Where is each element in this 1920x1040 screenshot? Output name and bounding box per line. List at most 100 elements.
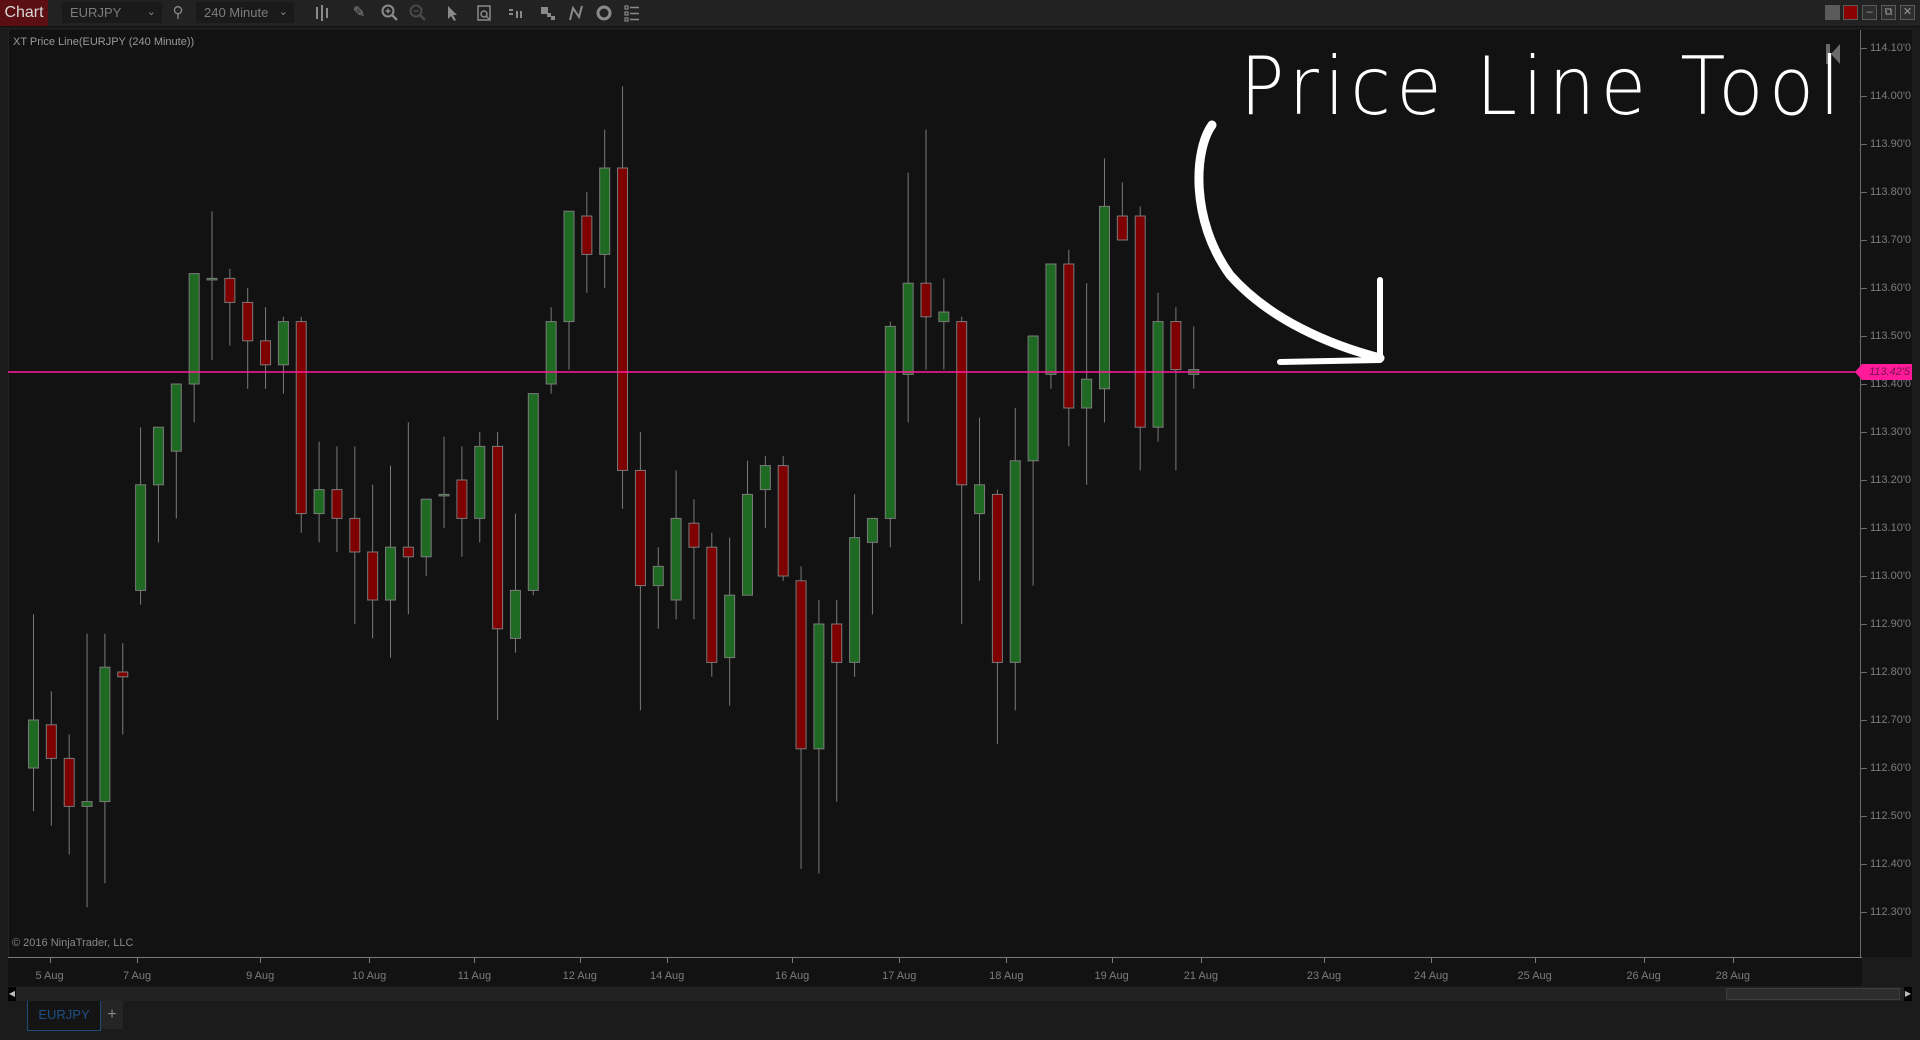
date-tick <box>49 958 51 963</box>
date-tick-label: 17 Aug <box>882 970 917 982</box>
candle-body <box>742 493 753 596</box>
candle-up <box>724 537 736 706</box>
minimize-button[interactable]: – <box>1862 5 1877 20</box>
candle-body <box>938 311 950 323</box>
candle-down <box>456 446 468 557</box>
candle-down <box>920 129 932 370</box>
candle-body <box>1063 263 1075 409</box>
candle-up <box>938 278 950 370</box>
date-tick-label: 19 Aug <box>1094 970 1129 982</box>
candle-body <box>902 282 914 375</box>
candle-body <box>349 517 361 553</box>
candle-body <box>474 445 486 519</box>
candle-up <box>1152 292 1164 442</box>
candle-up <box>974 417 986 581</box>
candle-body <box>1134 215 1146 428</box>
date-tick <box>1111 958 1113 963</box>
add-tab-button[interactable]: + <box>101 1001 123 1029</box>
candle-body <box>45 724 57 759</box>
candle-down <box>617 86 629 509</box>
candle-body <box>920 282 932 318</box>
candle-up <box>599 129 611 288</box>
candle-body <box>706 546 718 663</box>
candle-body <box>581 215 593 255</box>
candle-body <box>617 167 629 471</box>
candle-body <box>1027 335 1039 462</box>
price-tick-label: 112.70'0 <box>1870 714 1912 726</box>
copyright-text: © 2016 NinjaTrader, LLC <box>12 937 134 949</box>
candle-body <box>849 537 861 663</box>
candle-up <box>652 547 664 629</box>
candle-body <box>63 757 75 807</box>
candle-body <box>152 426 164 486</box>
horizontal-scrollbar[interactable]: ◀ ▶ <box>8 987 1912 1001</box>
date-tick-label: 12 Aug <box>562 970 597 982</box>
scrollbar-thumb[interactable] <box>1726 988 1900 1000</box>
candle-body <box>170 383 182 452</box>
price-tick-label: 112.60'0 <box>1870 762 1912 774</box>
candle-up <box>759 456 771 528</box>
candle-up <box>563 210 575 370</box>
candle-down <box>331 446 343 552</box>
candle-up <box>884 321 896 548</box>
candle-up <box>28 614 39 812</box>
price-tick-label: 113.10'0 <box>1870 522 1912 534</box>
candle-body <box>563 210 575 323</box>
date-tick-label: 14 Aug <box>650 970 685 982</box>
price-tick-label: 113.20'0 <box>1870 474 1912 486</box>
candle-body <box>313 489 325 515</box>
date-tick <box>1431 958 1433 963</box>
candle-body <box>492 445 504 630</box>
date-tick <box>1200 958 1202 963</box>
tab-eurjpy[interactable]: EURJPY <box>27 1001 101 1031</box>
price-tick-label: 113.80'0 <box>1870 186 1912 198</box>
candle-up <box>277 316 289 394</box>
candle-body <box>28 719 39 769</box>
candle-body <box>509 589 521 639</box>
date-tick-label: 24 Aug <box>1414 970 1449 982</box>
candle-down <box>634 432 646 711</box>
candle-body <box>1152 321 1164 428</box>
price-tick-label: 113.00'0 <box>1870 570 1912 582</box>
candle-down <box>295 316 307 533</box>
close-button[interactable]: ✕ <box>1900 5 1915 20</box>
date-tick-label: 5 Aug <box>35 970 64 982</box>
date-tick <box>260 958 262 963</box>
candle-down <box>45 691 57 826</box>
date-tick <box>369 958 371 963</box>
candle-down <box>367 484 379 639</box>
price-axis[interactable]: 114.10'0 114.00'0 113.90'0 113.80'0 113.70'0… <box>1860 30 1913 957</box>
scroll-left-icon[interactable]: ◀ <box>8 987 16 1001</box>
candle-body <box>135 484 147 591</box>
price-tick-label: 114.00'0 <box>1870 90 1912 102</box>
candle-up <box>670 470 682 620</box>
right-border <box>1912 30 1920 1000</box>
candle-down <box>1116 182 1128 241</box>
candle-up <box>1099 158 1110 423</box>
candle-body <box>206 277 218 281</box>
candle-down <box>63 734 75 855</box>
candle-body <box>402 546 414 558</box>
candle-down <box>777 456 789 581</box>
candle-body <box>777 465 789 577</box>
candle-up <box>420 498 432 576</box>
date-tick <box>899 958 901 963</box>
candle-up <box>813 600 825 874</box>
candle-body <box>688 522 700 548</box>
scroll-right-icon[interactable]: ▶ <box>1904 987 1912 1001</box>
candle-body <box>1009 460 1021 663</box>
candle-body <box>795 580 807 750</box>
restore-button[interactable]: ⧉ <box>1881 5 1896 20</box>
candle-down <box>581 192 593 293</box>
candle-up <box>474 432 486 543</box>
price-line-value: 113.42'5 <box>1869 366 1911 378</box>
date-tick <box>1732 958 1734 963</box>
candle-down <box>492 432 504 720</box>
candle-body <box>242 301 254 342</box>
price-line-marker[interactable]: 113.42'5 <box>1855 364 1912 380</box>
price-tick-label: 112.80'0 <box>1870 666 1912 678</box>
date-axis[interactable]: 5 Aug 7 Aug 9 Aug 10 Aug 11 Aug 12 Aug 14 Aug 1… <box>8 957 1862 986</box>
candle-down <box>117 643 129 735</box>
indicator-label: XT Price Line(EURJPY (240 Minute)) <box>13 36 195 48</box>
price-tick-label: 113.30'0 <box>1870 426 1912 438</box>
